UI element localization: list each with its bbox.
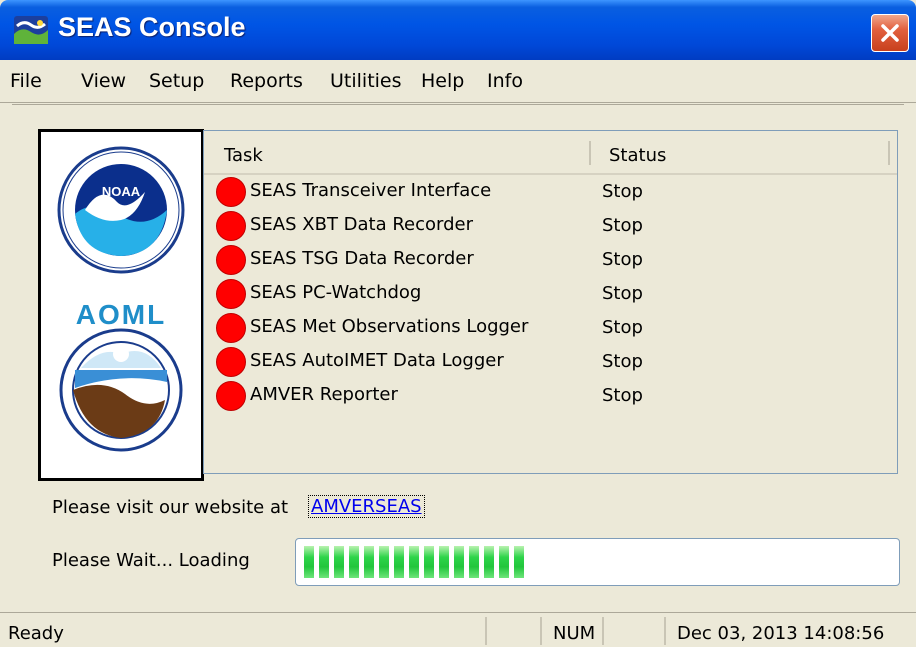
task-row[interactable]: AMVER Reporter Stop — [214, 379, 884, 413]
progress-segment — [304, 546, 314, 578]
task-name: SEAS AutoIMET Data Logger — [250, 350, 504, 371]
svg-text:NOAA: NOAA — [102, 184, 141, 199]
task-name: AMVER Reporter — [250, 384, 398, 405]
menu-file[interactable]: File — [10, 70, 42, 92]
progress-segment — [514, 546, 524, 578]
menu-setup[interactable]: Setup — [149, 70, 204, 92]
red-status-dot-icon — [216, 177, 246, 207]
progress-segment — [424, 546, 434, 578]
task-status: Stop — [602, 351, 643, 372]
menu-utilities[interactable]: Utilities — [330, 70, 402, 92]
status-divider — [664, 617, 666, 645]
column-header-status[interactable]: Status — [609, 145, 666, 166]
menu-view[interactable]: View — [81, 70, 126, 92]
status-divider — [540, 617, 542, 645]
task-list[interactable]: Task Status SEAS Transceiver Interface S… — [203, 130, 898, 474]
task-name: SEAS PC-Watchdog — [250, 282, 422, 303]
task-status: Stop — [602, 249, 643, 270]
task-row[interactable]: SEAS PC-Watchdog Stop — [214, 277, 884, 311]
progress-segment — [334, 546, 344, 578]
menu-reports[interactable]: Reports — [230, 70, 303, 92]
progress-segment — [409, 546, 419, 578]
task-name: SEAS Met Observations Logger — [250, 316, 529, 337]
menu-bar: File View Setup Reports Utilities Help I… — [0, 60, 916, 103]
status-divider — [485, 617, 487, 645]
red-status-dot-icon — [216, 313, 246, 343]
task-row[interactable]: SEAS AutoIMET Data Logger Stop — [214, 345, 884, 379]
task-status: Stop — [602, 283, 643, 304]
task-status: Stop — [602, 181, 643, 202]
red-status-dot-icon — [216, 211, 246, 241]
seas-app-icon — [14, 16, 48, 44]
title-bar[interactable]: SEAS Console — [0, 0, 916, 60]
task-row[interactable]: SEAS Transceiver Interface Stop — [214, 175, 884, 209]
task-name: SEAS XBT Data Recorder — [250, 214, 474, 235]
red-status-dot-icon — [216, 279, 246, 309]
progress-segment — [454, 546, 464, 578]
status-num: NUM — [553, 623, 596, 644]
task-row[interactable]: SEAS Met Observations Logger Stop — [214, 311, 884, 345]
task-status: Stop — [602, 215, 643, 236]
noaa-logo: NOAA AOML — [41, 146, 201, 482]
progress-segment — [484, 546, 494, 578]
seas-console-window: SEAS Console File View Setup Reports Uti… — [0, 0, 916, 647]
red-status-dot-icon — [216, 381, 246, 411]
progress-segment — [469, 546, 479, 578]
task-status: Stop — [602, 317, 643, 338]
task-name: SEAS TSG Data Recorder — [250, 248, 474, 269]
progress-segment — [439, 546, 449, 578]
status-datetime: Dec 03, 2013 14:08:56 — [677, 623, 885, 644]
status-ready: Ready — [8, 623, 64, 644]
column-header-task[interactable]: Task — [224, 145, 263, 166]
column-divider[interactable] — [888, 141, 890, 165]
menu-info[interactable]: Info — [487, 70, 523, 92]
svg-text:AOML: AOML — [76, 299, 166, 330]
task-name: SEAS Transceiver Interface — [250, 180, 492, 201]
logo-panel: NOAA AOML — [38, 129, 204, 481]
progress-segment — [394, 546, 404, 578]
progress-segment — [319, 546, 329, 578]
status-divider — [602, 617, 604, 645]
task-status: Stop — [602, 385, 643, 406]
task-row[interactable]: SEAS TSG Data Recorder Stop — [214, 243, 884, 277]
progress-segment — [349, 546, 359, 578]
progress-segment — [364, 546, 374, 578]
status-bar: Ready NUM Dec 03, 2013 14:08:56 — [0, 612, 916, 647]
progress-segment — [499, 546, 509, 578]
website-prompt: Please visit our website at — [52, 497, 289, 518]
task-row[interactable]: SEAS XBT Data Recorder Stop — [214, 209, 884, 243]
task-list-header: Task Status — [204, 131, 897, 175]
progress-segment — [379, 546, 389, 578]
loading-progress-bar — [295, 538, 900, 586]
menu-help[interactable]: Help — [421, 70, 464, 92]
window-title: SEAS Console — [58, 12, 246, 42]
loading-label: Please Wait... Loading — [52, 550, 250, 571]
close-button[interactable] — [871, 14, 909, 52]
red-status-dot-icon — [216, 347, 246, 377]
red-status-dot-icon — [216, 245, 246, 275]
column-divider[interactable] — [589, 141, 591, 165]
website-link[interactable]: AMVERSEAS — [308, 495, 425, 518]
